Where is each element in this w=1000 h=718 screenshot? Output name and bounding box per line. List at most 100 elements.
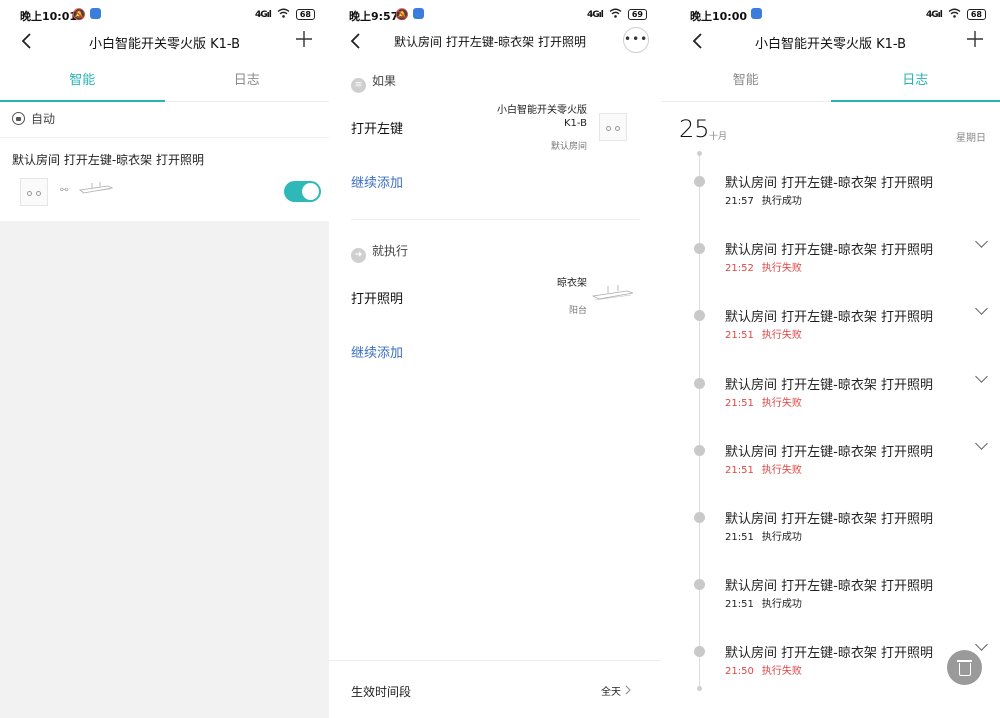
app-notification-icon: [412, 8, 424, 19]
link-icon: ⚯: [60, 185, 69, 196]
wifi-icon: [609, 8, 622, 21]
switch-device-thumbnail: [599, 113, 627, 141]
page-title: 默认房间 打开左键-晾衣架 打开照明: [394, 35, 586, 49]
timeline-end-dot: [697, 686, 702, 691]
signal-icon: 4Gıl: [255, 9, 272, 20]
plus-icon: [296, 31, 312, 47]
log-item[interactable]: 默认房间 打开左键-晾衣架 打开照明 21:51 执行失败: [661, 370, 1000, 414]
status-time: 晚上9:57: [349, 10, 399, 23]
chevron-down-icon[interactable]: [975, 302, 988, 315]
log-title: 默认房间 打开左键-晾衣架 打开照明: [725, 512, 933, 527]
log-status: 执行失败: [761, 666, 802, 677]
automation-card[interactable]: 默认房间 打开左键-晾衣架 打开照明 ⚯: [0, 137, 329, 221]
status-time: 晚上10:01: [20, 10, 78, 23]
nav-bar: 默认房间 打开左键-晾衣架 打开照明 •••: [329, 27, 661, 54]
log-status: 执行成功: [761, 196, 802, 207]
tab-log[interactable]: 日志: [165, 62, 330, 102]
section-header-auto: 自动: [12, 110, 55, 127]
screen-automation-detail: 晚上9:57 🔕 4Gıl 69 默认房间 打开左键-晾衣架 打开照明 ••• …: [329, 0, 661, 718]
log-time: 21:51: [725, 599, 754, 610]
chevron-down-icon[interactable]: [975, 638, 988, 651]
timeline-dot: [694, 512, 705, 523]
date-month: 十月: [709, 132, 728, 142]
log-title: 默认房间 打开左键-晾衣架 打开照明: [725, 445, 933, 460]
clothes-rack-icon: [591, 285, 634, 301]
battery-icon: 69: [627, 9, 647, 20]
then-section-header: ➜ 就执行: [351, 242, 408, 263]
add-condition-link[interactable]: 继续添加: [351, 172, 403, 191]
log-status: 执行失败: [761, 398, 802, 409]
log-item: 默认房间 打开左键-晾衣架 打开照明 21:51 执行成功: [661, 508, 1000, 548]
screen-log-list: 晚上10:00 4Gıl 68 小白智能开关零火版 K1-B 智能 日志 25 …: [661, 0, 1000, 718]
condition-device-name: 小白智能开关零火版 K1-B: [497, 104, 587, 130]
condition-action[interactable]: 打开左键: [351, 118, 403, 137]
date-weekday: 星期日: [956, 133, 986, 144]
tab-log[interactable]: 日志: [830, 62, 1000, 102]
log-status: 执行失败: [761, 263, 802, 274]
log-time: 21:51: [725, 465, 754, 476]
add-button[interactable]: [966, 28, 984, 52]
mute-icon: 🔕: [395, 8, 424, 21]
battery-icon: 68: [295, 9, 315, 20]
status-bar: 晚上10:01 🔕 4Gıl 68: [0, 0, 329, 30]
log-status: 执行成功: [761, 599, 802, 610]
timeline-dot: [694, 646, 705, 657]
nav-bar: 小白智能开关零火版 K1-B: [661, 30, 1000, 54]
log-item[interactable]: 默认房间 打开左键-晾衣架 打开照明 21:51 执行失败: [661, 437, 1000, 481]
log-title: 默认房间 打开左键-晾衣架 打开照明: [725, 378, 933, 393]
effective-period-row[interactable]: 生效时间段 全天: [329, 660, 661, 718]
log-item[interactable]: 默认房间 打开左键-晾衣架 打开照明 21:52 执行失败: [661, 235, 1000, 279]
signal-icon: 4Gıl: [587, 9, 604, 20]
timeline-dot: [694, 579, 705, 590]
log-meta: 21:51 执行成功: [725, 528, 810, 543]
list-icon: ≡: [351, 78, 366, 93]
timeline-dot: [694, 243, 705, 254]
wifi-icon: [948, 8, 961, 21]
log-meta: 21:50 执行失败: [725, 662, 810, 677]
then-label: 就执行: [372, 244, 409, 258]
log-item: 默认房间 打开左键-晾衣架 打开照明 21:57 执行成功: [661, 172, 1000, 212]
log-item: 默认房间 打开左键-晾衣架 打开照明 21:51 执行成功: [661, 575, 1000, 615]
app-notification-icon: [89, 8, 101, 19]
log-time: 21:51: [725, 532, 754, 543]
task-device-name: 晾衣架: [557, 278, 587, 289]
log-time: 21:51: [725, 398, 754, 409]
more-button[interactable]: •••: [623, 27, 649, 53]
add-task-link[interactable]: 继续添加: [351, 342, 403, 361]
log-status: 执行成功: [761, 532, 802, 543]
log-item[interactable]: 默认房间 打开左键-晾衣架 打开照明 21:51 执行失败: [661, 302, 1000, 346]
date-day: 25: [679, 115, 710, 143]
log-title: 默认房间 打开左键-晾衣架 打开照明: [725, 176, 933, 191]
effective-period-label: 生效时间段: [351, 685, 412, 699]
tab-smart[interactable]: 智能: [661, 62, 831, 102]
log-title: 默认房间 打开左键-晾衣架 打开照明: [725, 646, 933, 661]
task-action[interactable]: 打开照明: [351, 288, 403, 307]
status-bar: 晚上10:00 4Gıl 68: [661, 0, 1000, 30]
log-time: 21:52: [725, 263, 754, 274]
app-notification-icon: [751, 8, 762, 19]
status-bar: 晚上9:57 🔕 4Gıl 69: [329, 0, 661, 30]
automation-name: 默认房间 打开左键-晾衣架 打开照明: [12, 153, 204, 167]
automation-toggle[interactable]: [284, 181, 321, 202]
delete-logs-button[interactable]: [947, 650, 982, 685]
if-section-header: ≡ 如果: [351, 72, 396, 93]
log-meta: 21:51 执行成功: [725, 595, 810, 610]
log-title: 默认房间 打开左键-晾衣架 打开照明: [725, 579, 933, 594]
clothes-rack-icon: [78, 182, 114, 194]
plus-icon: [967, 31, 983, 47]
chevron-down-icon[interactable]: [975, 235, 988, 248]
timeline-start-dot: [697, 151, 702, 156]
chevron-down-icon[interactable]: [975, 437, 988, 450]
add-button[interactable]: [295, 28, 313, 52]
chevron-down-icon[interactable]: [975, 370, 988, 383]
arrow-right-icon: ➜: [351, 248, 366, 263]
log-status: 执行失败: [761, 330, 802, 341]
log-meta: 21:51 执行失败: [725, 326, 810, 341]
auto-icon: [12, 112, 25, 125]
tab-smart[interactable]: 智能: [0, 62, 165, 102]
condition-room: 默认房间: [550, 142, 587, 152]
empty-area: [0, 221, 329, 718]
nav-bar: 小白智能开关零火版 K1-B: [0, 30, 329, 54]
tab-bar: 智能 日志: [0, 62, 329, 102]
log-time: 21:51: [725, 330, 754, 341]
